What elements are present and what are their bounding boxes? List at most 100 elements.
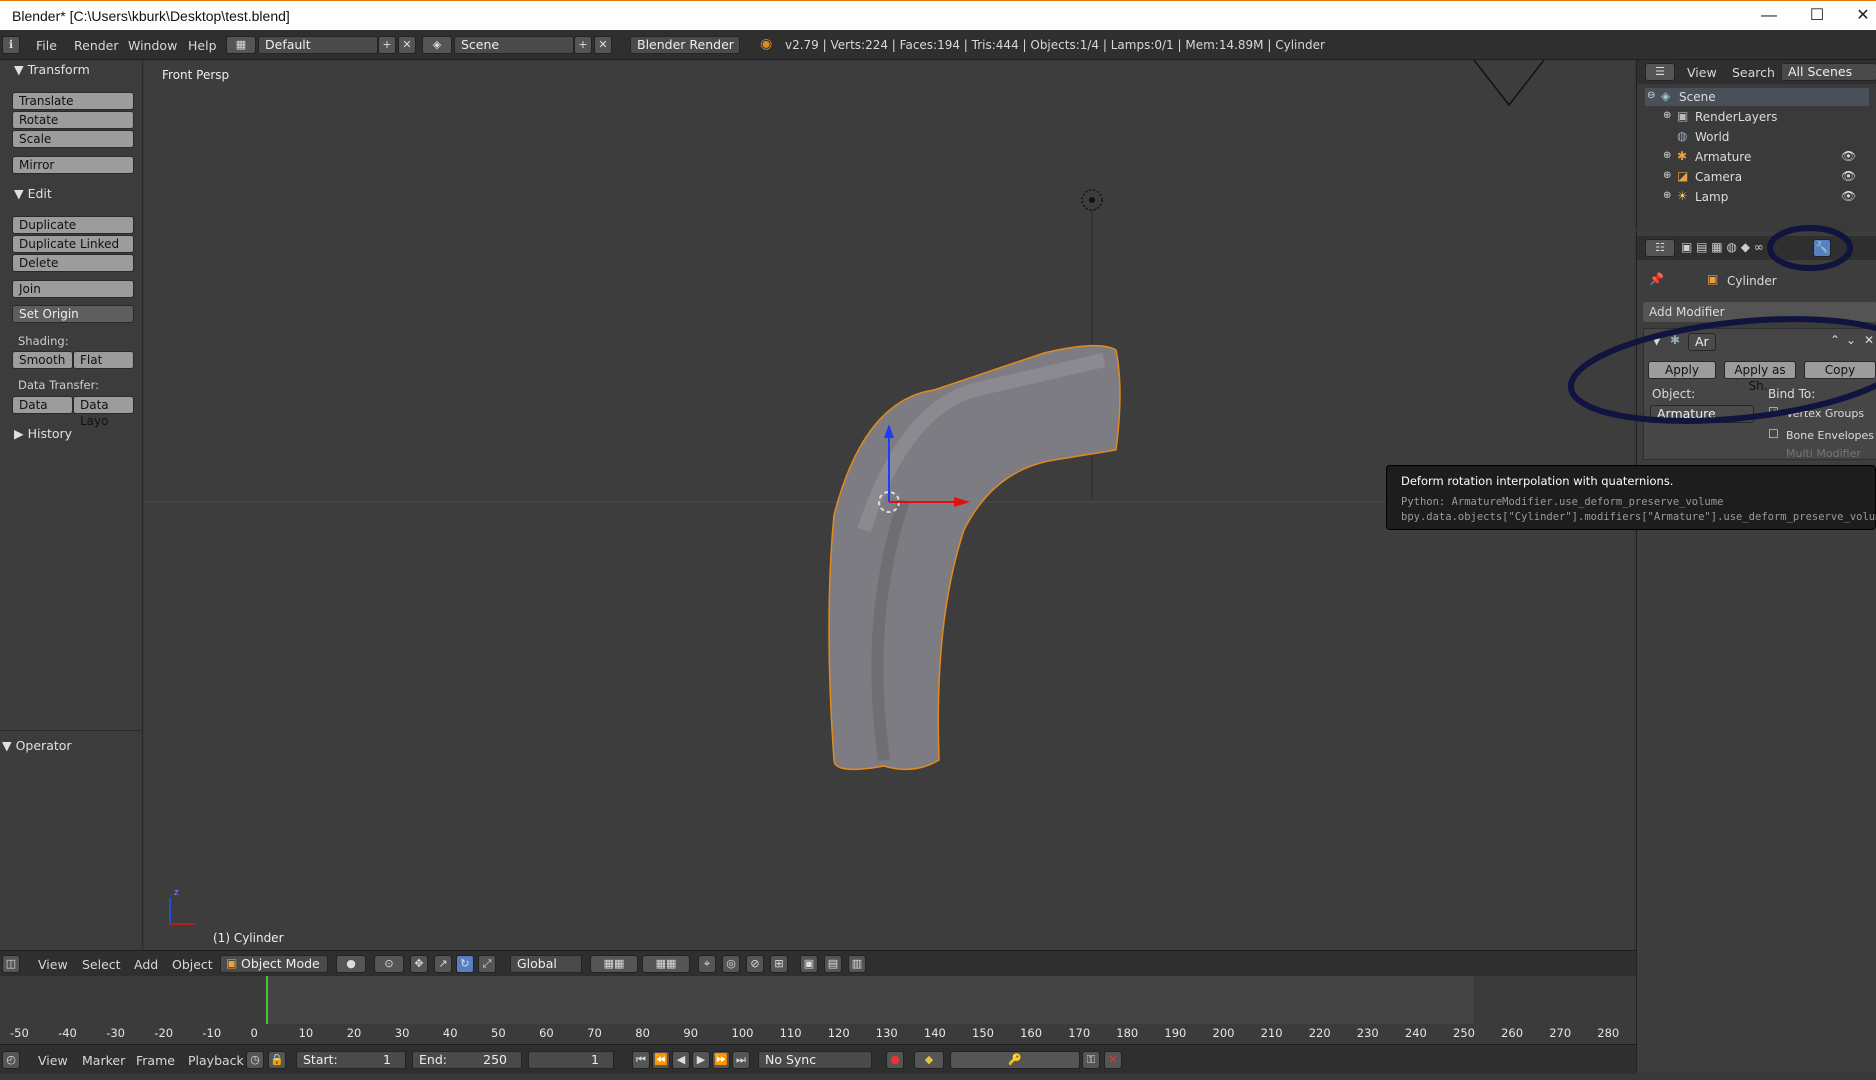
pivot-icon[interactable]: ⊙ (374, 955, 404, 973)
render-clip-icon[interactable]: ▥ (848, 955, 866, 973)
keyframe-type-icon[interactable]: ◆ (914, 1051, 944, 1069)
data-layout-button[interactable]: Data Layo (73, 396, 134, 428)
outliner-view-menu[interactable]: View (1687, 65, 1717, 80)
outliner-search-menu[interactable]: Search (1732, 65, 1775, 80)
outliner-editor-icon[interactable]: ☰ (1645, 63, 1675, 81)
menu-view[interactable]: View (38, 957, 68, 972)
menu-help[interactable]: Help (188, 38, 217, 53)
maximize-button[interactable]: ☐ (1794, 1, 1840, 31)
play-reverse-icon[interactable]: ◀ (672, 1051, 690, 1069)
outliner-panel: ☰ View Search All Scenes ⊖ ◈ Scene ⊕ ▣ R… (1636, 60, 1876, 230)
rotate-manipulator-icon[interactable]: ↻ (456, 955, 474, 973)
menu-select[interactable]: Select (82, 957, 121, 972)
snap-element-icon[interactable]: ⊘ (746, 955, 764, 973)
multi-modifier-label: Multi Modifier (1786, 447, 1861, 460)
history-panel-header[interactable]: ▶ History (14, 426, 72, 441)
expand-icon[interactable]: ⊕ (1663, 190, 1671, 201)
close-button[interactable]: ✕ (1840, 1, 1876, 31)
menu-file[interactable]: File (36, 38, 57, 53)
translate-manipulator-icon[interactable]: ↗ (434, 955, 452, 973)
operator-panel-header[interactable]: ▼ Operator (2, 738, 72, 753)
add-scene-icon[interactable]: + (574, 36, 592, 54)
proportional-edit-icon[interactable]: ◎ (722, 955, 740, 973)
record-icon[interactable]: ● (886, 1051, 904, 1069)
visibility-eye-icon[interactable]: 👁 (1841, 169, 1856, 183)
mirror-button[interactable]: Mirror (12, 156, 134, 174)
duplicate-linked-button[interactable]: Duplicate Linked (12, 235, 134, 253)
jump-end-icon[interactable]: ⏭ (732, 1051, 750, 1069)
rotate-button[interactable]: Rotate (12, 111, 134, 129)
outliner-filter-select[interactable]: All Scenes (1781, 63, 1876, 81)
minimize-button[interactable]: — (1746, 1, 1792, 31)
delete-button[interactable]: Delete (12, 254, 134, 272)
visibility-eye-icon[interactable]: 👁 (1841, 149, 1856, 163)
insert-keyframe-icon[interactable]: ⚿ (1082, 1051, 1100, 1069)
layers-grid-b-icon[interactable]: ▦▦ (642, 955, 690, 973)
transform-panel-header[interactable]: ▼ Transform (14, 62, 90, 77)
menu-window[interactable]: Window (128, 38, 177, 53)
editor-type-icon[interactable]: ◫ (2, 955, 20, 973)
timeline-area[interactable]: -50 -40 -30 -20 -10 0 10 20 30 40 50 60 70 80 90 100 110… (0, 976, 1636, 1044)
editor-type-icon[interactable]: ℹ (2, 36, 20, 54)
expand-icon[interactable]: ⊕ (1663, 170, 1671, 181)
layout-field[interactable]: Default (258, 36, 378, 54)
layers-grid-a-icon[interactable]: ▦▦ (590, 955, 638, 973)
menu-playback[interactable]: Playback (188, 1053, 244, 1068)
sync-mode-select[interactable]: No Sync (758, 1051, 872, 1069)
lock-icon[interactable]: 🔒 (268, 1051, 286, 1069)
manipulator-icon[interactable]: ✥ (410, 955, 428, 973)
remove-scene-icon[interactable]: ✕ (594, 36, 612, 54)
render-anim-icon[interactable]: ▤ (824, 955, 842, 973)
snap-target-icon[interactable]: ⊞ (770, 955, 788, 973)
set-origin-dropdown[interactable]: Set Origin (12, 305, 134, 323)
shading-icon[interactable]: ● (336, 955, 366, 973)
outliner-row-scene[interactable]: ⊖ ◈ Scene (1645, 88, 1869, 106)
collapse-icon[interactable]: ⊖ (1647, 90, 1655, 101)
end-frame-field[interactable]: End: 250 (412, 1051, 522, 1069)
current-frame-field[interactable]: 1 (528, 1051, 614, 1069)
visibility-eye-icon[interactable]: 👁 (1841, 189, 1856, 203)
join-button[interactable]: Join (12, 280, 134, 298)
jump-start-icon[interactable]: ⏮ (632, 1051, 650, 1069)
menu-add[interactable]: Add (134, 957, 158, 972)
render-icon[interactable]: ▣ (800, 955, 818, 973)
data-transfer-button[interactable]: Data (12, 396, 73, 414)
render-engine-select[interactable]: Blender Render (630, 36, 740, 54)
next-keyframe-icon[interactable]: ⏩ (712, 1051, 730, 1069)
snap-icon[interactable]: ⌖ (698, 955, 716, 973)
scale-button[interactable]: Scale (12, 130, 134, 148)
scene-icon[interactable]: ◈ (422, 36, 452, 54)
menu-marker[interactable]: Marker (82, 1053, 125, 1068)
outliner-row-lamp[interactable]: ⊕ ☀ Lamp 👁 (1661, 188, 1871, 206)
menu-render[interactable]: Render (74, 38, 119, 53)
play-icon[interactable]: ▶ (692, 1051, 710, 1069)
preview-range-icon[interactable]: ◷ (246, 1051, 264, 1069)
add-layout-icon[interactable]: + (378, 36, 396, 54)
scene-field[interactable]: Scene (454, 36, 574, 54)
delete-keyframe-icon[interactable]: ✕ (1104, 1051, 1122, 1069)
edit-panel-header[interactable]: ▼ Edit (14, 186, 52, 201)
outliner-row-camera[interactable]: ⊕ ◪ Camera 👁 (1661, 168, 1871, 186)
menu-view[interactable]: View (38, 1053, 68, 1068)
expand-icon[interactable]: ⊕ (1663, 110, 1671, 121)
menu-frame[interactable]: Frame (136, 1053, 175, 1068)
timeline-tick-label: 160 (1020, 1026, 1043, 1040)
outliner-row-renderlayers[interactable]: ⊕ ▣ RenderLayers (1661, 108, 1861, 126)
keying-set-field[interactable]: 🔑 (950, 1051, 1080, 1069)
start-frame-field[interactable]: Start: 1 (296, 1051, 406, 1069)
outliner-row-world[interactable]: ◍ World (1661, 128, 1861, 146)
flat-button[interactable]: Flat (73, 351, 134, 369)
expand-icon[interactable]: ⊕ (1663, 150, 1671, 161)
current-frame-marker[interactable] (266, 976, 268, 1024)
duplicate-button[interactable]: Duplicate (12, 216, 134, 234)
editor-type-icon[interactable]: ◴ (2, 1051, 20, 1069)
translate-button[interactable]: Translate (12, 92, 134, 110)
outliner-row-armature[interactable]: ⊕ ✱ Armature 👁 (1661, 148, 1871, 166)
scale-manipulator-icon[interactable]: ⤢ (478, 955, 496, 973)
orientation-select[interactable]: Global (510, 955, 582, 973)
layout-icon[interactable]: ▦ (226, 36, 256, 54)
smooth-button[interactable]: Smooth (12, 351, 73, 369)
menu-object[interactable]: Object (172, 957, 213, 972)
remove-layout-icon[interactable]: ✕ (398, 36, 416, 54)
prev-keyframe-icon[interactable]: ⏪ (652, 1051, 670, 1069)
